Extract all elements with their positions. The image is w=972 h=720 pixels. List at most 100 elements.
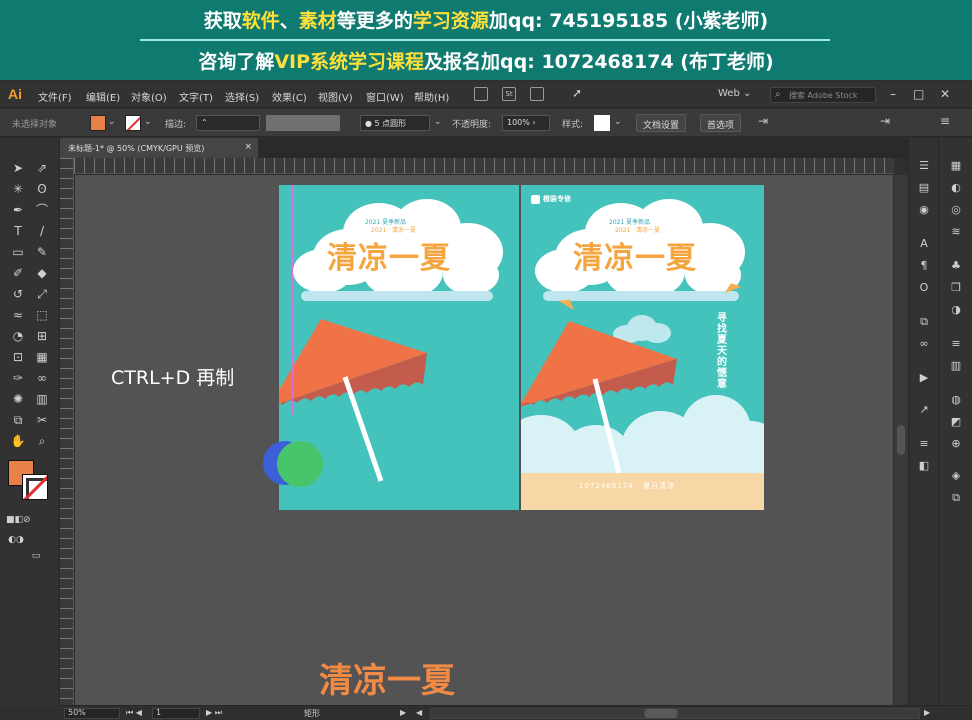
close-tab-icon[interactable]: ×: [244, 142, 252, 152]
transform-panel-icon[interactable]: ⇥: [758, 114, 768, 128]
shape-builder-icon[interactable]: ◔: [8, 326, 28, 346]
info-icon[interactable]: ⊕: [947, 436, 965, 452]
type-tool-icon[interactable]: T: [8, 221, 28, 241]
menu-window[interactable]: 窗口(W): [366, 89, 404, 104]
artboard-2[interactable]: 橙装专修 2021 夏季新品 2021 · 清凉一夏 清凉一夏 寻找夏天的惬意: [521, 185, 764, 510]
fill-swatch[interactable]: [90, 115, 106, 131]
column-graph-icon[interactable]: ▥: [32, 389, 52, 409]
width-tool-icon[interactable]: ≈: [8, 305, 28, 325]
document-setup-button[interactable]: 文档设置: [636, 114, 687, 132]
lasso-icon[interactable]: ʘ: [32, 179, 52, 199]
hand-tool-icon[interactable]: ✋: [8, 431, 28, 451]
properties-icon[interactable]: ☰: [915, 158, 933, 174]
style-dropdown-icon[interactable]: ⌄: [614, 117, 622, 127]
appearance-icon[interactable]: ◎: [947, 202, 965, 218]
paintbrush-icon[interactable]: ✎: [32, 242, 52, 262]
scale-tool-icon[interactable]: ⤢: [32, 284, 52, 304]
artboard-tool-icon[interactable]: ⧉: [8, 410, 28, 430]
gradient-tool-icon[interactable]: ▦: [32, 347, 52, 367]
swatches-icon[interactable]: ▦: [947, 158, 965, 174]
pathfinder-icon[interactable]: ◧: [915, 458, 933, 474]
actions-icon[interactable]: ▶: [915, 370, 933, 386]
line-tool-icon[interactable]: /: [32, 221, 52, 241]
perspective-grid-icon[interactable]: ⊞: [32, 326, 52, 346]
curvature-tool-icon[interactable]: ⌒: [32, 200, 52, 220]
brushes-icon[interactable]: ≋: [947, 224, 965, 240]
stroke-color-box[interactable]: [22, 474, 48, 500]
transparency-icon[interactable]: ◑: [947, 302, 965, 318]
arrange-documents-icon[interactable]: [530, 87, 544, 101]
layers-panel-icon[interactable]: ◈: [947, 468, 965, 484]
align-panel-icon[interactable]: ⇥: [880, 114, 890, 128]
paragraph-icon[interactable]: ¶: [915, 258, 933, 274]
close-window-button[interactable]: ✕: [940, 87, 950, 101]
horizontal-scroll-left[interactable]: ◀: [416, 708, 422, 717]
opacity-field[interactable]: 100% ›: [502, 115, 550, 131]
character-icon[interactable]: A: [915, 236, 933, 252]
layers-icon[interactable]: ▤: [915, 180, 933, 196]
stroke-panel-icon[interactable]: ≡: [947, 336, 965, 352]
stroke-swatch[interactable]: [125, 115, 141, 131]
symbols-icon[interactable]: ♣: [947, 258, 965, 274]
menu-type[interactable]: 文字(T): [179, 89, 213, 104]
stroke-dropdown-icon[interactable]: ⌄: [144, 117, 152, 127]
variable-width-profile[interactable]: [266, 115, 340, 131]
rotate-tool-icon[interactable]: ↺: [8, 284, 28, 304]
menu-object[interactable]: 对象(O): [131, 89, 167, 104]
opentype-icon[interactable]: O: [915, 280, 933, 296]
graphic-style-swatch[interactable]: [594, 115, 610, 131]
slice-tool-icon[interactable]: ✂: [32, 410, 52, 430]
screen-mode-icon[interactable]: ▭: [26, 546, 46, 566]
menu-help[interactable]: 帮助(H): [414, 89, 449, 104]
gpu-performance-icon[interactable]: ➚: [572, 86, 582, 100]
horizontal-ruler[interactable]: [74, 158, 894, 174]
maximize-button[interactable]: □: [913, 87, 924, 101]
mesh-tool-icon[interactable]: ⊡: [8, 347, 28, 367]
preferences-button[interactable]: 首选项: [700, 114, 742, 132]
selection-tool-icon[interactable]: ➤: [8, 158, 28, 178]
status-arrow-icon[interactable]: ▶: [400, 708, 406, 717]
graphic-styles-icon[interactable]: ❒: [947, 280, 965, 296]
align-icon[interactable]: ≡: [915, 436, 933, 452]
color-guide-icon[interactable]: ◐: [947, 180, 965, 196]
horizontal-scroll-right[interactable]: ▶: [924, 708, 930, 717]
menu-view[interactable]: 视图(V): [318, 89, 353, 104]
brush-definition-field[interactable]: ● 5 点圆形: [360, 115, 430, 131]
horizontal-scroll-thumb[interactable]: [644, 708, 678, 719]
document-tab[interactable]: 未标题-1* @ 50% (CMYK/GPU 预览) ×: [60, 138, 258, 158]
vertical-ruler[interactable]: [60, 158, 74, 706]
eyedropper-icon[interactable]: ✑: [8, 368, 28, 388]
scroll-thumb[interactable]: [897, 425, 905, 455]
artboards-icon[interactable]: ⧉: [915, 314, 933, 330]
menu-effect[interactable]: 效果(C): [272, 89, 307, 104]
direct-selection-tool-icon[interactable]: ⇗: [32, 158, 52, 178]
canvas-area[interactable]: 2021 夏季新品 2021 · 清凉一夏 清凉一夏 橙装专修 2021 夏季新…: [75, 175, 893, 705]
menu-select[interactable]: 选择(S): [225, 89, 259, 104]
rectangle-tool-icon[interactable]: ▭: [8, 242, 28, 262]
bridge-icon[interactable]: [474, 87, 488, 101]
zoom-tool-icon[interactable]: ⌕: [32, 431, 52, 451]
rotate-handle[interactable]: [263, 441, 323, 487]
blend-tool-icon[interactable]: ∞: [32, 368, 52, 388]
export-icon[interactable]: ↗: [915, 402, 933, 418]
menu-edit[interactable]: 编辑(E): [86, 89, 120, 104]
stock-search-input[interactable]: ⌕ 搜索 Adobe Stock: [770, 87, 876, 103]
vertical-scrollbar[interactable]: [894, 175, 908, 705]
stock-icon[interactable]: St: [502, 87, 516, 101]
image-trace-icon[interactable]: ◍: [947, 392, 965, 408]
asset-export-icon[interactable]: ◩: [947, 414, 965, 430]
control-menu-icon[interactable]: ≡: [940, 114, 950, 128]
stroke-weight-field[interactable]: ⌃: [196, 115, 260, 131]
free-transform-icon[interactable]: ⬚: [32, 305, 52, 325]
artboards-panel-icon[interactable]: ⧉: [947, 490, 965, 506]
brush-dropdown-icon[interactable]: ⌄: [434, 117, 442, 127]
artboard-nav-next[interactable]: ▶ ⏭: [206, 708, 222, 718]
symbol-sprayer-icon[interactable]: ✺: [8, 389, 28, 409]
minimize-button[interactable]: –: [890, 87, 896, 101]
shaper-tool-icon[interactable]: ✐: [8, 263, 28, 283]
pen-tool-icon[interactable]: ✒: [8, 200, 28, 220]
magic-wand-icon[interactable]: ✳: [8, 179, 28, 199]
menu-file[interactable]: 文件(F): [38, 89, 72, 104]
artboard-nav-prev[interactable]: ⏮ ◀: [126, 708, 142, 718]
fill-dropdown-icon[interactable]: ⌄: [108, 117, 116, 127]
